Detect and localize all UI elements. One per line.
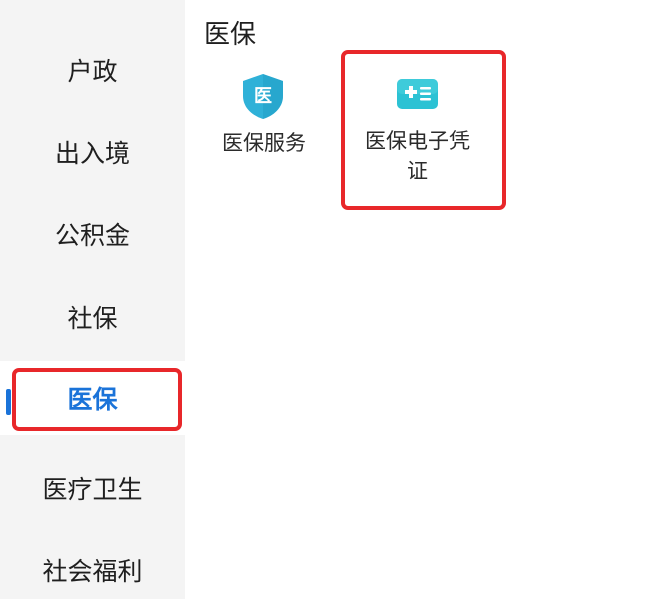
category-sidebar: 户政 出入境 公积金 社保 医保 医疗卫生 社会福利 (0, 0, 185, 599)
sidebar-item-huzheng[interactable]: 户政 (0, 29, 185, 111)
medical-insurance-card-icon (396, 78, 439, 110)
sidebar-item-label: 医疗卫生 (42, 475, 143, 504)
svg-text:医: 医 (254, 86, 272, 107)
active-indicator (6, 389, 11, 415)
sidebar-item-yiliaoweisheng[interactable]: 医疗卫生 (0, 447, 185, 529)
sidebar-item-shebao[interactable]: 社保 (0, 276, 185, 358)
sidebar-item-label: 社保 (67, 304, 118, 333)
tile-label: 医保电子凭证 (365, 129, 470, 183)
medical-insurance-shield-icon: 医 (240, 72, 286, 120)
sidebar-item-yibao[interactable]: 医保 (0, 361, 185, 435)
sidebar-item-label: 户政 (67, 57, 118, 86)
sidebar-item-label: 出入境 (54, 139, 130, 168)
sidebar-item-churujing[interactable]: 出入境 (0, 111, 185, 193)
tile-medical-insurance-e-voucher[interactable]: 医保电子凭证 (355, 70, 480, 190)
tile-medical-insurance-service[interactable]: 医 医保服务 (210, 70, 318, 170)
sidebar-item-label: 社会福利 (42, 557, 143, 586)
sidebar-item-gongjijin[interactable]: 公积金 (0, 193, 185, 275)
section-title: 医保 (204, 20, 257, 50)
sidebar-item-label: 医保 (67, 385, 118, 414)
tile-label: 医保服务 (222, 131, 306, 155)
sidebar-item-label: 公积金 (54, 221, 130, 250)
